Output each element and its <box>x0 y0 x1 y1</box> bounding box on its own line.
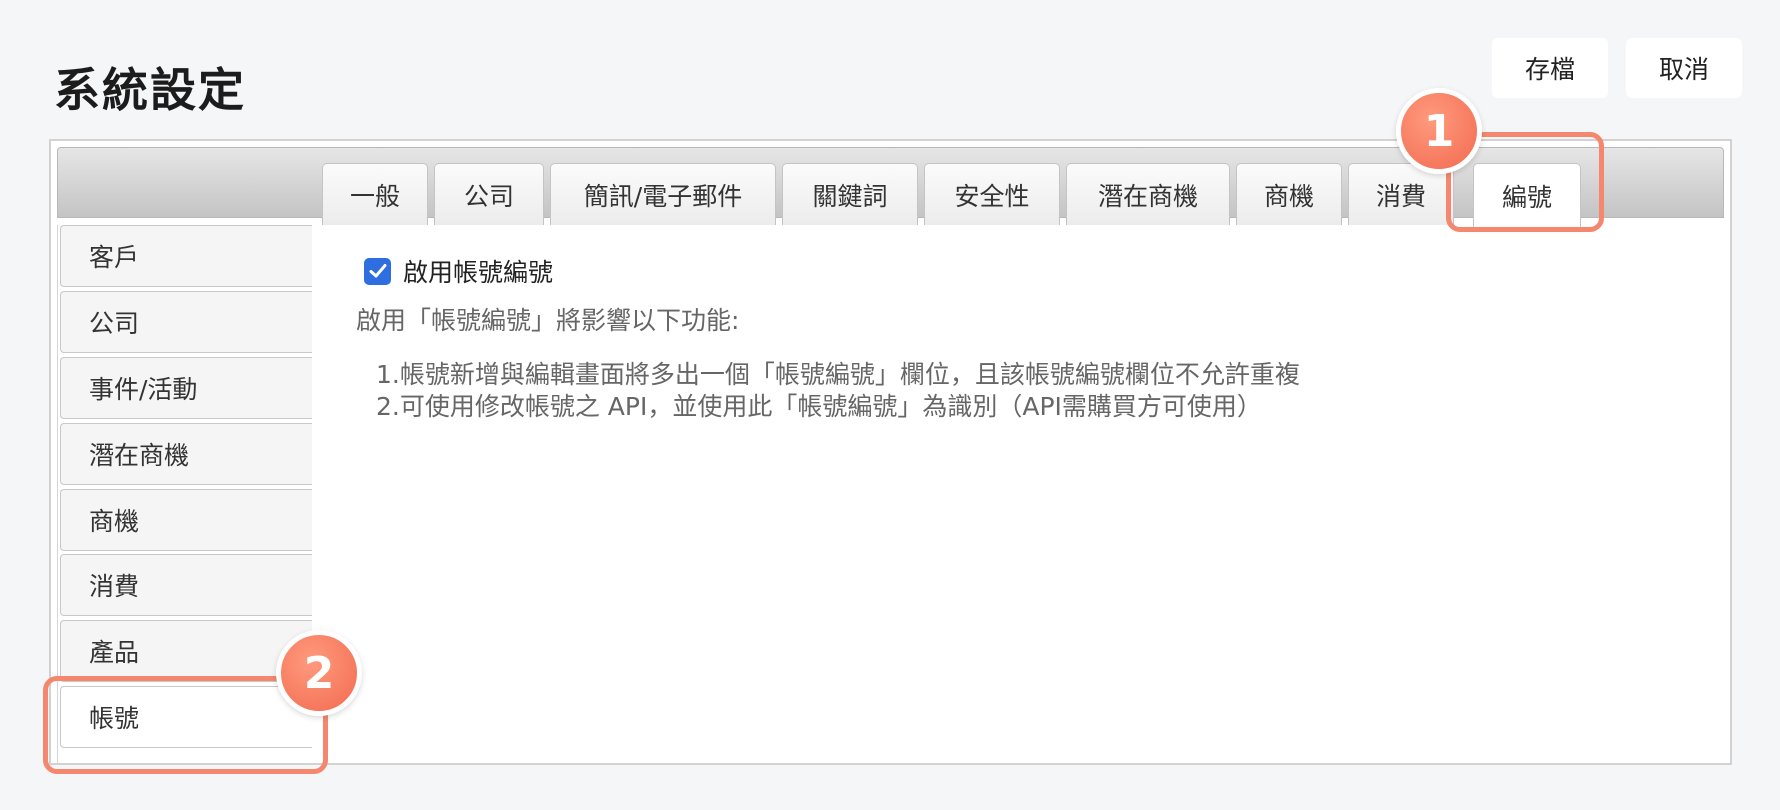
checkbox-label: 啟用帳號編號 <box>403 258 554 287</box>
numbering-settings: 啟用帳號編號 啟用「帳號編號」將影響以下功能: 1.帳號新增與編輯畫面將多出一個… <box>356 251 1656 423</box>
sidebar-item-products[interactable]: 產品 <box>60 620 312 682</box>
enable-account-numbering-checkbox[interactable] <box>364 257 391 285</box>
tab-leads[interactable]: 潛在商機 <box>1066 163 1230 225</box>
tab-sms-email[interactable]: 簡訊/電子郵件 <box>550 163 776 225</box>
sidebar-item-opportunities[interactable]: 商機 <box>60 489 312 551</box>
tab-company[interactable]: 公司 <box>434 163 544 225</box>
tab-keywords[interactable]: 關鍵詞 <box>782 163 918 225</box>
callout-badge-2: 2 <box>276 630 362 716</box>
tab-opportunities[interactable]: 商機 <box>1236 163 1342 225</box>
check-icon <box>369 264 386 278</box>
cancel-button[interactable]: 取消 <box>1626 38 1742 98</box>
enable-account-numbering-row[interactable]: 啟用帳號編號 <box>356 251 1656 291</box>
list-item: 2.可使用修改帳號之 API，並使用此「帳號編號」為識別（API需購買方可使用） <box>376 392 1262 421</box>
list-item: 1.帳號新增與編輯畫面將多出一個「帳號編號」欄位，且該帳號編號欄位不允許重複 <box>376 360 1300 389</box>
sidebar-item-consumption[interactable]: 消費 <box>60 554 312 616</box>
sidebar-item-customers[interactable]: 客戶 <box>60 225 312 287</box>
sidebar-item-events[interactable]: 事件/活動 <box>60 357 312 419</box>
page-title: 系統設定 <box>54 63 246 117</box>
save-button[interactable]: 存檔 <box>1492 38 1608 98</box>
sidebar-item-leads[interactable]: 潛在商機 <box>60 423 312 485</box>
description: 啟用「帳號編號」將影響以下功能: <box>356 306 740 335</box>
tab-general[interactable]: 一般 <box>322 163 428 225</box>
sidebar-item-company[interactable]: 公司 <box>60 291 312 353</box>
tab-security[interactable]: 安全性 <box>924 163 1060 225</box>
callout-badge-1: 1 <box>1396 88 1482 174</box>
impact-list: 1.帳號新增與編輯畫面將多出一個「帳號編號」欄位，且該帳號編號欄位不允許重複 2… <box>356 359 1656 423</box>
